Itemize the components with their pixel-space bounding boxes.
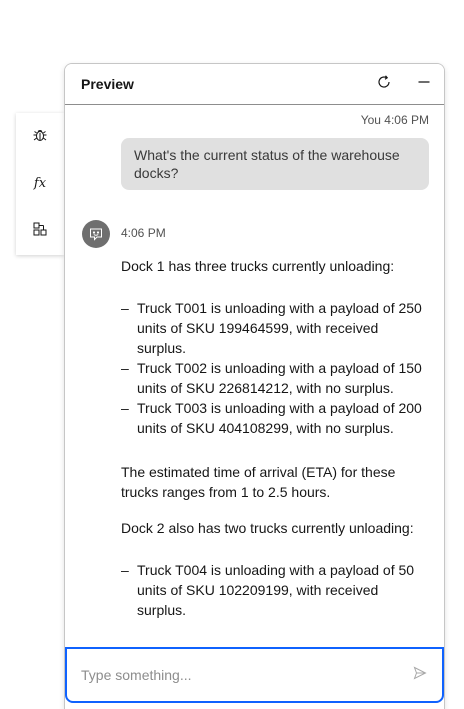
dock2-intro: Dock 2 also has two trucks currently unl… — [121, 520, 414, 536]
dock1-truck-list: Truck T001 is unloading with a payload o… — [121, 298, 428, 438]
side-toolbar: fx — [16, 113, 64, 255]
message-list[interactable]: You 4:06 PM What's the current status of… — [65, 105, 444, 647]
refresh-icon — [376, 74, 392, 94]
message-input[interactable] — [67, 667, 398, 683]
debug-button[interactable] — [16, 113, 64, 160]
list-item: Truck T003 is unloading with a payload o… — [121, 398, 428, 438]
panel-title: Preview — [81, 76, 134, 92]
bot-message-time: 4:06 PM — [121, 226, 166, 240]
preview-panel: Preview You 4:06 PM What's the current s… — [64, 63, 445, 709]
send-button[interactable] — [398, 653, 442, 697]
data-structure-button[interactable] — [16, 208, 64, 255]
message-input-box — [65, 647, 444, 703]
list-item: Truck T002 is unloading with a payload o… — [121, 358, 428, 398]
bot-message-body: Dock 1 has three trucks currently unload… — [65, 220, 444, 620]
debug-icon — [32, 127, 48, 147]
minimize-icon — [416, 74, 432, 94]
user-message-bubble: What's the current status of the warehou… — [121, 138, 429, 190]
chat-bot-icon — [82, 220, 110, 248]
list-item: Truck T001 is unloading with a payload o… — [121, 298, 428, 358]
refresh-button[interactable] — [364, 64, 404, 104]
function-button[interactable]: fx — [16, 160, 64, 207]
data-structure-icon — [32, 221, 48, 241]
minimize-button[interactable] — [404, 64, 444, 104]
dock2-truck-list: Truck T004 is unloading with a payload o… — [121, 560, 428, 620]
eta-text: The estimated time of arrival (ETA) for … — [121, 464, 396, 500]
panel-header: Preview — [65, 64, 444, 105]
function-icon: fx — [33, 176, 47, 192]
bot-message: 4:06 PM Dock 1 has three trucks currentl… — [65, 220, 444, 620]
user-message-meta: You 4:06 PM — [360, 113, 429, 127]
input-area — [65, 647, 444, 709]
send-icon — [412, 665, 428, 685]
list-item: Truck T004 is unloading with a payload o… — [121, 560, 428, 620]
dock1-intro: Dock 1 has three trucks currently unload… — [121, 258, 395, 274]
